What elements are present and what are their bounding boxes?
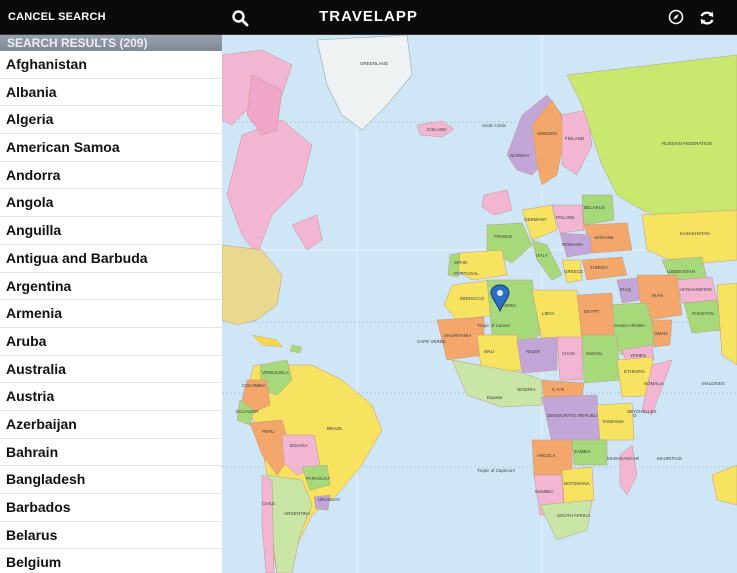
somalia-label: SOMALIA [644, 381, 664, 386]
madagascar-label: MADAGASCAR [607, 456, 640, 461]
list-item-afghanistan[interactable]: Afghanistan [0, 51, 222, 79]
list-item-argentina[interactable]: Argentina [0, 273, 222, 301]
map-egypt[interactable] [576, 292, 615, 338]
zambia-label: ZAMBIA [574, 449, 591, 454]
list-item-american-samoa[interactable]: American Samoa [0, 134, 222, 162]
list-item-bahrain[interactable]: Bahrain [0, 439, 222, 467]
arctic-circle-label: Arctic Circle [482, 123, 506, 128]
list-item-algeria[interactable]: Algeria [0, 106, 222, 135]
list-item-armenia[interactable]: Armenia [0, 300, 222, 328]
romania-label: ROMANIA [562, 242, 583, 247]
greece-label: GREECE [564, 269, 583, 274]
morocco-label: MOROCCO [460, 296, 484, 301]
finland-label: FINLAND [565, 136, 585, 141]
spain-label: SPAIN [454, 260, 467, 265]
chad-label: CHAD [562, 351, 576, 356]
colombia-label: COLOMBIA [242, 383, 266, 388]
search-results-panel[interactable]: SEARCH RESULTS (209) Afghanistan Albania… [0, 35, 222, 573]
namibia-label: NAMIBIA [535, 489, 554, 494]
list-item-albania[interactable]: Albania [0, 79, 222, 107]
paraguay-label: PARAGUAY [306, 476, 330, 481]
greenland-label: GREENLAND [360, 61, 389, 66]
peru-label: PERU [262, 429, 275, 434]
map-belarus[interactable] [581, 194, 615, 226]
bolivia-label: BOLIVIA [290, 443, 308, 448]
afghanistan-label: AFGHANISTAN [680, 287, 712, 292]
mauritius-label: MAURITIUS [657, 456, 682, 461]
iceland-label: ICELAND [427, 127, 447, 132]
angola-label: ANGOLA [537, 453, 556, 458]
list-item-australia[interactable]: Australia [0, 356, 222, 384]
tropic-capricorn-label: Tropic of Capricorn [477, 468, 516, 473]
ethiopia-label: ETHIOPIA [624, 369, 645, 374]
portugal-label: PORTUGAL [454, 271, 479, 276]
list-item-belgium[interactable]: Belgium [0, 549, 222, 573]
mauritania-label: MAURITANIA [444, 333, 471, 338]
france-label: FRANCE [494, 234, 513, 239]
sweden-label: SWEDEN [537, 131, 557, 136]
botswana-label: BOTSWANA [564, 481, 590, 486]
list-item-anguilla[interactable]: Anguilla [0, 217, 222, 245]
list-item-antigua-and-barbuda[interactable]: Antigua and Barbuda [0, 245, 222, 273]
poland-label: POLAND [556, 215, 575, 220]
list-item-bangladesh[interactable]: Bangladesh [0, 466, 222, 494]
uruguay-label: URUGUAY [318, 497, 340, 502]
belarus-label: BELARUS [584, 205, 605, 210]
turkey-label: TURKEY [590, 265, 608, 270]
iran-label: IRAN [652, 293, 663, 298]
list-item-andorra[interactable]: Andorra [0, 162, 222, 190]
germany-label: GERMANY [524, 217, 547, 222]
iraq-label: IRAQ [620, 287, 632, 292]
compass-icon[interactable] [668, 9, 684, 25]
chile-label: CHILE [262, 501, 275, 506]
app-title: TRAVELAPP [319, 8, 418, 25]
map-sudan[interactable] [581, 334, 621, 384]
map-drc[interactable] [541, 394, 601, 444]
nigeria-label: NIGERIA [517, 387, 536, 392]
capeverde-label: CAPE VERDE [417, 339, 446, 344]
argentina-label: ARGENTINA [284, 511, 310, 516]
list-item-belarus[interactable]: Belarus [0, 522, 222, 550]
yemen-label: YEMEN [630, 353, 646, 358]
pakistan-label: PAKISTAN [692, 311, 714, 316]
ecuador-label: ECUADOR [236, 409, 259, 414]
seychelles-label: SEYCHELLES [627, 409, 657, 414]
world-map-canvas[interactable]: GREENLAND ICELAND Arctic Circle VENEZUEL… [222, 35, 737, 573]
refresh-icon[interactable] [698, 9, 716, 27]
tanzania-label: TANZANIA [602, 419, 624, 424]
ukraine-label: UKRAINE [594, 235, 614, 240]
world-map[interactable]: GREENLAND ICELAND Arctic Circle VENEZUEL… [222, 35, 737, 573]
equator-label: Equator [487, 395, 503, 400]
southafrica-label: SOUTH AFRICA [557, 513, 590, 518]
mali-label: MALI [484, 349, 495, 354]
italy-label: ITALY [536, 253, 548, 258]
russia-label: RUSSIAN FEDERATION [662, 141, 712, 146]
libya-label: LIBYA [542, 311, 554, 316]
list-item-azerbaijan[interactable]: Azerbaijan [0, 411, 222, 439]
norway-label: NORWAY [510, 153, 530, 158]
map-chad[interactable] [556, 336, 583, 381]
venezuela-label: VENEZUELA [262, 370, 289, 375]
car-label: C.A.R. [552, 387, 565, 392]
map-niger[interactable] [516, 336, 558, 374]
kazakhstan-label: KAZAKHSTAN [680, 231, 710, 236]
brazil-label: BRAZIL [327, 426, 343, 431]
list-item-angola[interactable]: Angola [0, 189, 222, 218]
list-item-barbados[interactable]: Barbados [0, 494, 222, 522]
list-item-aruba[interactable]: Aruba [0, 328, 222, 356]
maldives-label: MALDIVES [702, 381, 725, 386]
tropic-cancer-label: Tropic of Cancer [477, 323, 511, 328]
sudan-label: SUDAN [586, 351, 602, 356]
uzbekistan-label: UZBEKISTAN [667, 269, 695, 274]
saudi-label: SAUDI ARABIA [614, 323, 645, 328]
niger-label: NIGER [526, 349, 541, 354]
list-item-austria[interactable]: Austria [0, 383, 222, 411]
top-toolbar: CANCEL SEARCH TRAVELAPP [0, 0, 737, 35]
search-results-header: SEARCH RESULTS (209) [0, 35, 222, 51]
oman-label: OMAN [654, 331, 668, 336]
egypt-label: EGYPT [584, 309, 600, 314]
